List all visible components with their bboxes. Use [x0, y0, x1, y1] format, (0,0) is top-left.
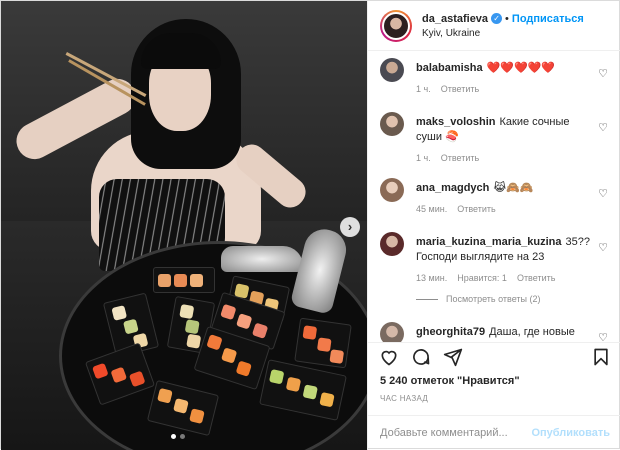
- verified-badge-icon: ✓: [491, 13, 503, 25]
- comment-likes-count[interactable]: Нравится: 1: [457, 273, 507, 283]
- comment-input[interactable]: Добавьте комментарий...: [380, 427, 531, 439]
- avatar-image: [382, 11, 410, 40]
- replies-line: [416, 298, 438, 300]
- heart-outline-icon[interactable]: ♡: [598, 187, 608, 200]
- action-bar: [368, 342, 620, 374]
- comments-list[interactable]: balabamisha ❤️❤️❤️❤️❤️ 1 ч. Ответить ♡ mak…: [368, 52, 620, 342]
- separator-dot: •: [505, 12, 509, 25]
- carousel-dots: [171, 434, 185, 439]
- carousel-dot: [180, 434, 185, 439]
- post-location[interactable]: Kyiv, Ukraine: [422, 28, 584, 39]
- heart-outline-icon[interactable]: ♡: [598, 67, 608, 80]
- reply-button[interactable]: Ответить: [441, 153, 479, 163]
- avatar[interactable]: [380, 9, 412, 42]
- photo-bangs: [141, 33, 221, 69]
- paper-plane-icon[interactable]: [442, 347, 464, 369]
- avatar[interactable]: [380, 178, 404, 202]
- reply-button[interactable]: Ответить: [441, 84, 479, 94]
- carousel-dot-active: [171, 434, 176, 439]
- comment-time[interactable]: 1 ч.: [416, 84, 431, 94]
- sushi-tray: [153, 267, 215, 293]
- post-header: da_astafieva ✓ • Подписаться Kyiv, Ukraine: [368, 1, 620, 51]
- sushi-tray: [294, 317, 352, 369]
- comment-username[interactable]: maria_kuzina_maria_kuzina: [416, 236, 562, 248]
- comment-username[interactable]: gheorghita79: [416, 326, 485, 338]
- comment-username[interactable]: balabamisha: [416, 62, 483, 74]
- comment-text: 😹🙈🙈: [493, 182, 534, 194]
- post-sidebar: da_astafieva ✓ • Подписаться Kyiv, Ukraine …: [367, 1, 620, 450]
- comment-time[interactable]: 1 ч.: [416, 153, 431, 163]
- add-comment-bar: Добавьте комментарий... Опубликовать: [368, 415, 620, 450]
- heart-outline-icon[interactable]: ♡: [598, 121, 608, 134]
- avatar[interactable]: [380, 232, 404, 256]
- publish-button[interactable]: Опубликовать: [531, 427, 610, 439]
- post-timestamp[interactable]: ЧАС НАЗАД: [380, 394, 428, 403]
- comment-username[interactable]: maks_voloshin: [416, 116, 495, 128]
- avatar[interactable]: [380, 58, 404, 82]
- avatar[interactable]: [380, 322, 404, 342]
- reply-button[interactable]: Ответить: [457, 204, 495, 214]
- comment-text: ❤️❤️❤️❤️❤️: [486, 62, 556, 74]
- post-photo[interactable]: ›: [1, 1, 367, 450]
- chevron-right-icon[interactable]: ›: [340, 217, 360, 237]
- comment-username[interactable]: ana_magdych: [416, 182, 489, 194]
- bookmark-icon[interactable]: [590, 347, 612, 369]
- avatar[interactable]: [380, 112, 404, 136]
- heart-outline-icon[interactable]: ♡: [598, 241, 608, 254]
- comment-time[interactable]: 13 мин.: [416, 273, 447, 283]
- view-replies-label[interactable]: Посмотреть ответы (2): [446, 294, 541, 304]
- author-username[interactable]: da_astafieva: [422, 13, 488, 25]
- comment-text: Даша, где новые: [489, 326, 575, 338]
- instagram-post: › da_astafieva ✓ • Подписаться Kyiv, Ukrain…: [0, 0, 620, 450]
- photo-shoe: [221, 246, 303, 272]
- likes-count[interactable]: 5 240 отметок "Нравится": [380, 375, 520, 387]
- view-replies-button[interactable]: Посмотреть ответы (2): [416, 294, 541, 304]
- follow-button[interactable]: Подписаться: [512, 13, 584, 25]
- heart-outline-icon[interactable]: ♡: [598, 331, 608, 342]
- heart-outline-icon[interactable]: [378, 347, 400, 369]
- reply-button[interactable]: Ответить: [517, 273, 555, 283]
- comment-time[interactable]: 45 мин.: [416, 204, 447, 214]
- comment-icon[interactable]: [410, 347, 432, 369]
